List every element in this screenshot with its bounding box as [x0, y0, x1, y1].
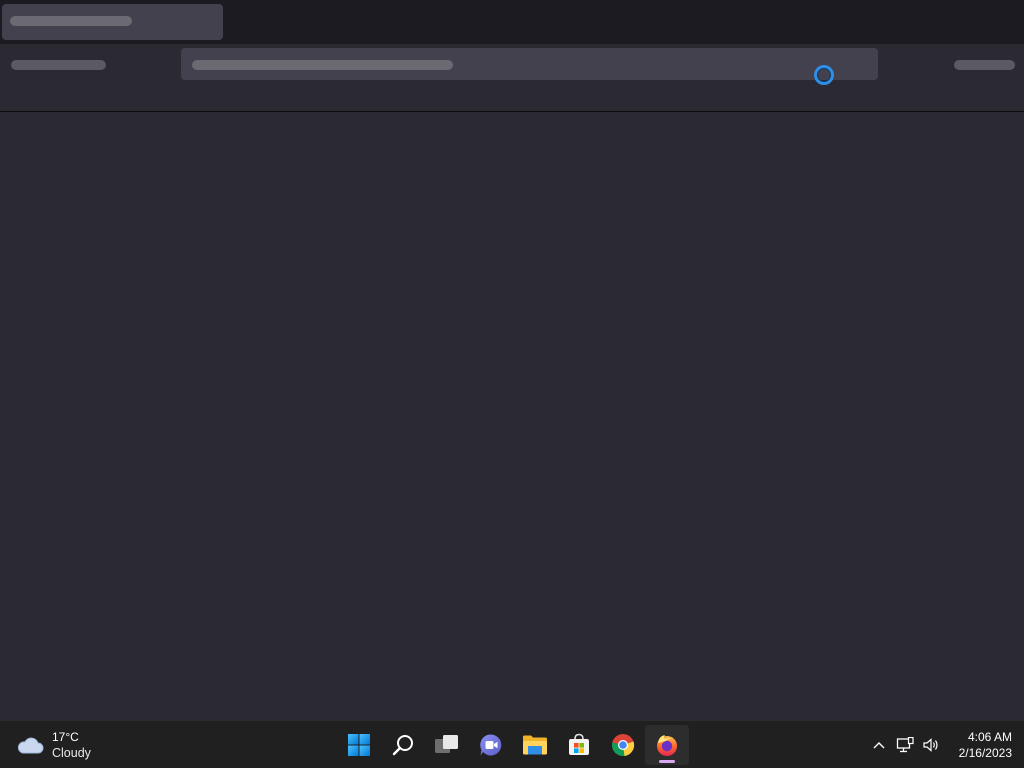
clock-date: 2/16/2023	[958, 746, 1012, 760]
firefox-icon	[657, 735, 677, 756]
folder-icon	[523, 735, 547, 755]
task-view-icon	[435, 735, 458, 753]
taskbar-clock[interactable]: 4:06 AM 2/16/2023	[959, 729, 1012, 761]
browser-tabstrip	[0, 0, 1024, 44]
cloud-icon	[16, 735, 44, 755]
url-bar-placeholder[interactable]	[181, 48, 878, 80]
start-button[interactable]	[337, 725, 381, 765]
windows-start-icon	[348, 734, 370, 756]
nav-buttons-placeholder	[11, 60, 106, 70]
chrome-icon	[612, 734, 635, 757]
tab-placeholder[interactable]	[2, 4, 223, 40]
chat-button[interactable]	[469, 725, 513, 765]
taskbar-apps	[337, 725, 689, 765]
store-icon	[569, 733, 589, 755]
toolbar-buttons-placeholder	[954, 60, 1015, 70]
search-button[interactable]	[381, 725, 425, 765]
file-explorer-button[interactable]	[513, 725, 557, 765]
active-app-indicator	[659, 760, 675, 763]
weather-condition: Cloudy	[52, 746, 91, 760]
busy-cursor-icon	[814, 65, 834, 85]
firefox-button[interactable]	[645, 725, 689, 765]
url-text-placeholder	[192, 60, 453, 70]
tab-title-placeholder	[10, 16, 132, 26]
network-button[interactable]	[892, 725, 918, 765]
store-button[interactable]	[557, 725, 601, 765]
search-icon	[392, 735, 413, 756]
network-icon	[896, 737, 914, 753]
system-tray	[866, 725, 944, 765]
clock-time: 4:06 AM	[967, 730, 1012, 744]
volume-button[interactable]	[918, 725, 944, 765]
chevron-up-icon	[873, 742, 885, 749]
teams-chat-icon	[480, 734, 502, 756]
weather-temperature: 17°C	[52, 730, 79, 744]
weather-widget[interactable]: 17°C Cloudy	[16, 729, 91, 761]
show-hidden-icons-button[interactable]	[866, 725, 892, 765]
chrome-button[interactable]	[601, 725, 645, 765]
volume-icon	[923, 738, 938, 752]
task-view-button[interactable]	[425, 725, 469, 765]
browser-navbar	[0, 44, 1024, 112]
taskbar: 17°C Cloudy 4:06 AM 2/16/2023	[0, 720, 1024, 768]
page-content	[0, 113, 1024, 720]
